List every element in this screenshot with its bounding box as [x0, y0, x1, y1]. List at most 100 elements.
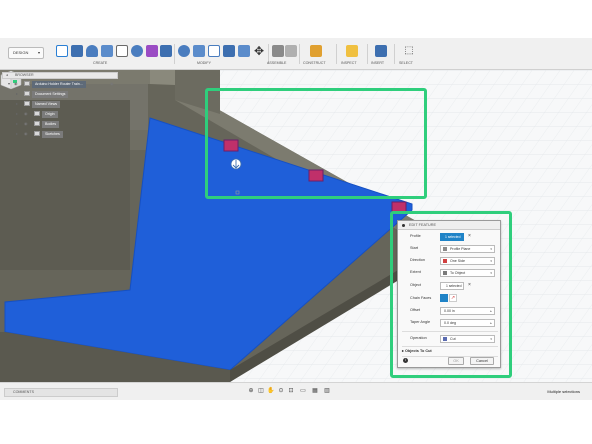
profile-plane-icon: [443, 247, 447, 251]
zoom-window-icon[interactable]: ⊡: [287, 387, 295, 395]
sphere-icon[interactable]: [131, 45, 143, 57]
form-icon[interactable]: [146, 45, 158, 57]
measure-icon[interactable]: [346, 45, 358, 57]
browser-item-document-settings[interactable]: ▸ Document Settings: [2, 90, 118, 99]
chain-faces-toggle-off[interactable]: ↗: [449, 294, 457, 302]
operation-value: Cut: [450, 337, 456, 341]
extrude-icon[interactable]: [71, 45, 83, 57]
row-objects-to-cut[interactable]: ▸ Objects To Cut: [398, 346, 502, 356]
row-extent: Extent To Object ▾: [398, 268, 502, 278]
look-at-icon[interactable]: ◫: [257, 387, 265, 395]
extent-select[interactable]: To Object ▾: [440, 269, 495, 277]
expand-icon[interactable]: ▾: [8, 81, 10, 86]
plane-icon[interactable]: [310, 45, 322, 57]
row-profile: Profile 1 selected ×: [398, 232, 502, 242]
objects-to-cut-text: Objects To Cut: [404, 349, 432, 353]
start-label: Start: [410, 246, 419, 250]
eye-icon[interactable]: ◉: [14, 81, 20, 86]
browser-item-root[interactable]: ▾ ◉ Arduino Holder Router Train... ◉: [2, 80, 118, 89]
browser-item-label: Bodies: [42, 121, 59, 128]
browser-item-sketches[interactable]: ▸ ◉ Sketches: [2, 130, 118, 139]
eye-icon[interactable]: ◉: [24, 131, 30, 136]
sweep-icon[interactable]: [101, 45, 113, 57]
pan-icon[interactable]: ✋: [267, 387, 275, 395]
status-text: Multiple selections: [547, 389, 580, 394]
press-pull-icon[interactable]: [178, 45, 190, 57]
row-object: Object 1 selected ×: [398, 281, 502, 291]
row-operation: Operation Cut ▾: [398, 334, 502, 344]
loft-icon[interactable]: [116, 45, 128, 57]
expand-icon[interactable]: ▸: [16, 131, 18, 136]
component-icon[interactable]: [285, 45, 297, 57]
group-insert[interactable]: INSERT: [371, 61, 384, 65]
info-icon[interactable]: i: [403, 358, 408, 363]
insert-icon[interactable]: [375, 45, 387, 57]
orbit-icon[interactable]: ⊕: [247, 387, 255, 395]
group-select[interactable]: SELECT: [399, 61, 413, 65]
expand-icon[interactable]: ▸: [16, 121, 18, 126]
browser-item-label: Document Settings: [32, 91, 69, 98]
joint-icon[interactable]: [272, 45, 284, 57]
display-settings-icon[interactable]: ▭: [299, 387, 307, 395]
radio-icon[interactable]: ◉: [110, 81, 116, 86]
folder-icon: [24, 101, 30, 106]
collapse-icon[interactable]: ◂: [6, 73, 8, 78]
box-icon[interactable]: [160, 45, 172, 57]
expand-icon[interactable]: ▸: [16, 91, 18, 96]
zoom-icon[interactable]: ⊙: [277, 387, 285, 395]
new-sketch-icon[interactable]: [56, 45, 68, 57]
group-inspect[interactable]: INSPECT: [341, 61, 357, 65]
row-offset: Offset 0.00 in ▸: [398, 306, 502, 316]
profile-value: 1 selected: [445, 235, 461, 239]
profile-label: Profile: [410, 234, 421, 238]
expand-icon[interactable]: ▸: [16, 111, 18, 116]
start-select[interactable]: Profile Plane ▾: [440, 245, 495, 253]
ok-button[interactable]: OK: [448, 357, 464, 365]
toolbar-divider: [394, 44, 395, 64]
group-modify[interactable]: MODIFY: [197, 61, 211, 65]
operation-select[interactable]: Cut ▾: [440, 335, 495, 343]
dropdown-icon: ▸: [490, 321, 492, 325]
browser-header[interactable]: ◂ BROWSER: [2, 72, 118, 79]
offset-value: 0.00 in: [444, 309, 455, 313]
fillet-icon[interactable]: [193, 45, 205, 57]
browser-item-origin[interactable]: ▸ ◉ Origin: [2, 110, 118, 119]
dropdown-icon: ▸: [490, 309, 492, 313]
dialog-dot-icon: [402, 224, 405, 227]
workspace-switcher[interactable]: DESIGN ▾: [8, 47, 44, 59]
viewports-icon[interactable]: ▥: [323, 387, 331, 395]
eye-icon[interactable]: ◉: [24, 121, 30, 126]
combine-icon[interactable]: [238, 45, 250, 57]
extent-label: Extent: [410, 270, 421, 274]
chain-faces-toggle-on[interactable]: [440, 294, 448, 302]
direction-select[interactable]: One Side ▾: [440, 257, 495, 265]
browser-item-bodies[interactable]: ▸ ◉ Bodies: [2, 120, 118, 129]
expand-icon[interactable]: ▸: [16, 101, 18, 106]
comments-label: COMMENTS: [13, 390, 34, 394]
chamfer-icon[interactable]: [208, 45, 220, 57]
object-select-button[interactable]: 1 selected: [440, 282, 464, 290]
clear-object-icon[interactable]: ×: [468, 282, 471, 288]
shell-icon[interactable]: [223, 45, 235, 57]
grid-settings-icon[interactable]: ▦: [311, 387, 319, 395]
comments-panel[interactable]: COMMENTS: [4, 388, 118, 397]
browser-item-named-views[interactable]: ▸ Named Views: [2, 100, 118, 109]
dialog-title: EDIT FEATURE: [409, 223, 437, 227]
eye-icon[interactable]: ◉: [24, 111, 30, 116]
taper-input[interactable]: 0.0 deg ▸: [440, 319, 495, 327]
group-create[interactable]: CREATE: [93, 61, 107, 65]
revolve-icon[interactable]: [86, 45, 98, 57]
select-icon[interactable]: ⬚: [403, 45, 415, 57]
gear-icon: [24, 91, 30, 96]
group-construct[interactable]: CONSTRUCT: [303, 61, 326, 65]
browser-item-label: Sketches: [42, 131, 63, 138]
cancel-button[interactable]: Cancel: [470, 357, 494, 365]
direction-value: One Side: [450, 259, 465, 263]
clear-profile-icon[interactable]: ×: [468, 233, 471, 239]
offset-input[interactable]: 0.00 in ▸: [440, 307, 495, 315]
profile-select-button[interactable]: 1 selected: [440, 233, 464, 241]
row-taper: Taper Angle 0.0 deg ▸: [398, 318, 502, 328]
group-assemble[interactable]: ASSEMBLE: [267, 61, 286, 65]
move-icon[interactable]: ✥: [253, 45, 265, 57]
dialog-header[interactable]: EDIT FEATURE: [398, 221, 500, 230]
